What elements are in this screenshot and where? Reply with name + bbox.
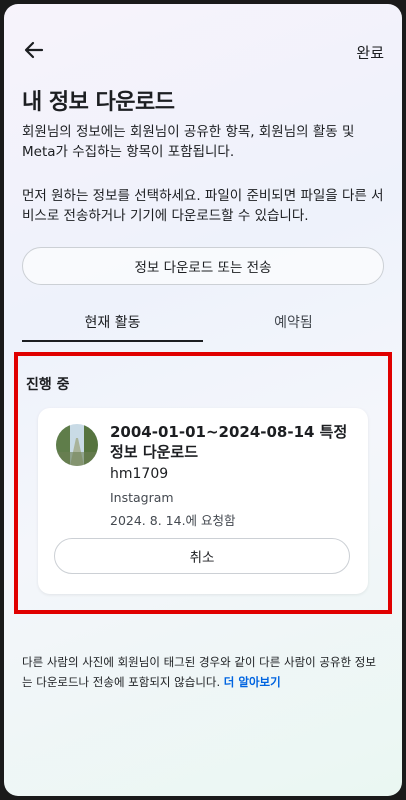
description-paragraph-2: 먼저 원하는 정보를 선택하세요. 파일이 준비되면 파일을 다른 서비스로 전… <box>22 188 384 224</box>
description-paragraph-1: 회원님의 정보에는 회원님이 공유한 항목, 회원님의 활동 및 Meta가 수… <box>22 124 355 160</box>
download-request-card: 2004-01-01~2024-08-14 특정 정보 다운로드 hm1709 … <box>38 408 368 594</box>
cancel-button[interactable]: 취소 <box>54 538 350 574</box>
request-app: Instagram <box>110 490 174 505</box>
request-title: 2004-01-01~2024-08-14 특정 정보 다운로드 <box>110 423 348 461</box>
request-date: 2024. 8. 14.에 요청함 <box>110 513 236 528</box>
tab-current-activity[interactable]: 현재 활동 <box>22 302 203 342</box>
activity-tabs: 현재 활동 예약됨 <box>22 302 384 342</box>
section-title-in-progress: 진행 중 <box>26 377 70 393</box>
page-title: 내 정보 다운로드 <box>22 90 175 115</box>
footer-note: 다른 사람의 사진에 회원님이 태그된 경우와 같이 다른 사람이 공유한 정보… <box>22 652 384 692</box>
done-button[interactable]: 완료 <box>356 42 384 63</box>
learn-more-link[interactable]: 더 알아보기 <box>224 675 281 689</box>
footer-text: 다른 사람의 사진에 회원님이 태그된 경우와 같이 다른 사람이 공유한 정보… <box>22 655 376 689</box>
avatar-photo-icon <box>56 424 98 466</box>
top-bar: 완료 <box>4 4 402 84</box>
download-or-transfer-button[interactable]: 정보 다운로드 또는 전송 <box>22 247 384 285</box>
tab-scheduled[interactable]: 예약됨 <box>203 302 384 342</box>
request-username: hm1709 <box>110 466 169 482</box>
screen: 완료 내 정보 다운로드 회원님의 정보에는 회원님이 공유한 항목, 회원님의… <box>4 4 402 796</box>
back-arrow-icon[interactable] <box>22 38 46 62</box>
avatar <box>56 424 98 466</box>
